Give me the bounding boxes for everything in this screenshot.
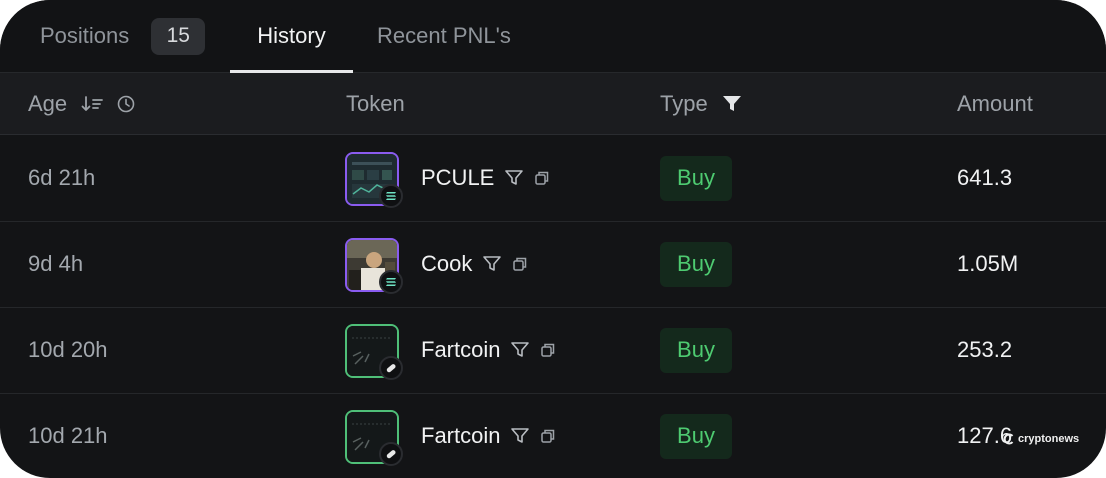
pill-icon [379,442,403,466]
table-header: Age Token Type Amount [0,73,1106,135]
solana-icon [379,270,403,294]
table-row[interactable]: 9d 4h Cook Buy 1.05M [0,221,1106,308]
row-type: Buy [660,393,732,478]
copy-icon[interactable] [540,428,556,444]
pill-icon [379,356,403,380]
header-amount: Amount [957,73,1033,134]
row-amount: 1.05M [957,251,1019,276]
buy-badge: Buy [660,413,732,459]
copy-icon[interactable] [534,170,550,186]
token-filter-icon[interactable] [510,427,530,445]
row-amount: 641.3 [957,165,1013,190]
header-token-label: Token [346,90,405,116]
tab-bar: Positions 15 History Recent PNL's [0,0,1106,73]
table-row[interactable]: 10d 21h Fartcoin Buy 127.6 [0,393,1106,478]
watermark-text: cryptonews [1018,433,1080,445]
tab-positions[interactable]: Positions 15 [40,0,206,72]
sort-descending-icon[interactable] [81,95,104,113]
row-age: 10d 21h [28,423,108,448]
token-name[interactable]: PCULE [421,165,494,191]
solana-icon [379,184,403,208]
row-age: 10d 20h [28,337,108,362]
history-panel: Positions 15 History Recent PNL's Age To… [0,0,1106,478]
tab-recent-pnls[interactable]: Recent PNL's [377,0,511,72]
token-name[interactable]: Fartcoin [421,423,500,449]
token-filter-icon[interactable] [510,341,530,359]
cryptonews-watermark: cryptonews [1003,433,1079,445]
tab-recent-pnls-label: Recent PNL's [377,23,511,48]
header-age: Age [28,73,135,134]
row-token: PCULE [345,135,550,221]
pcule-token-icon[interactable] [345,152,403,208]
header-amount-label: Amount [957,90,1033,116]
tab-history[interactable]: History [230,0,353,72]
copy-icon[interactable] [512,256,528,272]
buy-badge: Buy [660,241,732,287]
clock-icon[interactable] [117,95,135,113]
token-filter-icon[interactable] [482,255,502,273]
row-token: Fartcoin [345,393,556,478]
copy-icon[interactable] [540,342,556,358]
token-name[interactable]: Cook [421,251,472,277]
row-type: Buy [660,307,732,393]
row-amount: 253.2 [957,337,1013,362]
row-type: Buy [660,221,732,307]
buy-badge: Buy [660,155,732,201]
header-age-label: Age [28,90,68,116]
cook-token-icon[interactable] [345,238,403,294]
table-row[interactable]: 6d 21h PCULE Buy 641.3 [0,135,1106,222]
positions-count-badge: 15 [151,17,206,55]
header-type: Type [660,73,742,134]
tab-positions-label: Positions [40,23,130,48]
header-type-label: Type [660,90,708,116]
row-token: Fartcoin [345,307,556,393]
buy-badge: Buy [660,327,732,373]
header-token: Token [346,73,405,134]
token-name[interactable]: Fartcoin [421,337,500,363]
token-filter-icon[interactable] [504,169,524,187]
filter-icon[interactable] [722,95,742,113]
row-age: 9d 4h [28,251,84,276]
cryptonews-logo-icon [1003,433,1015,445]
tab-history-label: History [257,23,326,48]
row-age: 6d 21h [28,165,96,190]
fartcoin-token-icon[interactable] [345,410,403,466]
row-token: Cook [345,221,528,307]
fartcoin-token-icon[interactable] [345,324,403,380]
row-type: Buy [660,135,732,221]
table-row[interactable]: 10d 20h Fartcoin Buy 253.2 [0,307,1106,394]
